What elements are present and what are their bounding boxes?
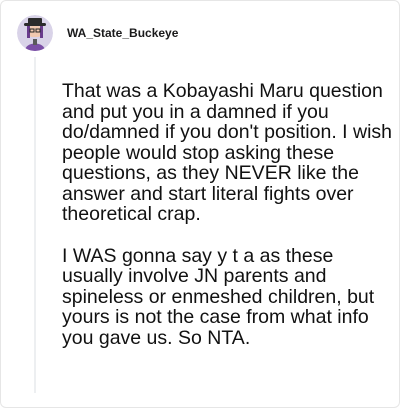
thread-line[interactable] (34, 57, 36, 393)
comment-paragraph: That was a Kobayashi Maru question and p… (62, 80, 393, 225)
comment-paragraph: I WAS gonna say y t a as these usually i… (62, 244, 375, 349)
comment-header: WA_State_Buckeye (17, 13, 178, 53)
comment-card: WA_State_Buckeye That was a Kobayashi Ma… (0, 0, 400, 408)
user-avatar-icon[interactable] (17, 15, 53, 51)
comment-author[interactable]: WA_State_Buckeye (67, 26, 178, 40)
comment-body: That was a Kobayashi Maru question and p… (62, 81, 392, 348)
